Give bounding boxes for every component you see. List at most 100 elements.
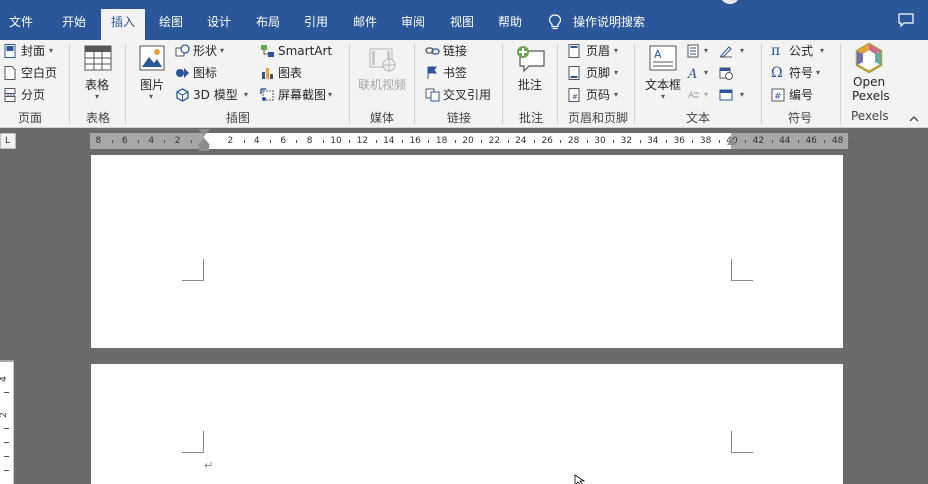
tab-home[interactable]: 开始 — [62, 11, 86, 33]
tab-review[interactable]: 审阅 — [401, 11, 425, 33]
pictures-button[interactable]: 图片 ▾ — [136, 43, 168, 105]
chevron-down-icon: ▾ — [704, 68, 709, 77]
ruler-tick-label: 20 — [462, 136, 474, 146]
page-break-label: 分页 — [21, 88, 46, 102]
tab-draw[interactable]: 绘图 — [159, 11, 183, 33]
ruler-tick-mark — [771, 140, 773, 143]
ruler-tick-label: 36 — [673, 136, 685, 146]
account-avatar[interactable] — [720, 0, 740, 4]
ruler-tick-label: 14 — [383, 136, 395, 146]
chevron-down-icon: ▾ — [614, 46, 619, 55]
tab-selector-label: L — [5, 136, 11, 146]
lightbulb-icon — [548, 14, 562, 30]
page-number-icon: # — [568, 88, 580, 102]
text-box-label: 文本框 — [645, 78, 682, 92]
object-icon — [719, 89, 733, 101]
number-icon: # — [771, 88, 785, 102]
icons-icon — [176, 68, 189, 78]
crop-mark-bottom-left — [182, 259, 204, 281]
equation-label: 公式 — [789, 44, 814, 58]
online-video-button[interactable]: 联机视频 — [357, 43, 407, 105]
vertical-ruler-tick-mark — [4, 428, 9, 429]
tab-design[interactable]: 设计 — [207, 11, 231, 33]
tab-layout[interactable]: 布局 — [256, 11, 280, 33]
page-break-icon — [4, 88, 16, 102]
ruler-tick-mark — [402, 140, 403, 143]
tab-mailings[interactable]: 邮件 — [353, 11, 377, 33]
vertical-ruler-tick-mark — [4, 392, 9, 393]
comments-icon[interactable] — [898, 13, 914, 28]
text-box-icon: A — [649, 45, 677, 71]
icons-label: 图标 — [193, 66, 218, 80]
ruler-tick-label: 38 — [699, 136, 712, 146]
tab-view[interactable]: 视图 — [450, 11, 474, 33]
text-box-button[interactable]: A 文本框 ▾ — [644, 43, 684, 105]
chevron-down-icon: ▾ — [328, 90, 333, 99]
vertical-ruler[interactable]: 42 — [0, 360, 14, 484]
group-label-tables: 表格 — [86, 111, 111, 125]
open-pexels-button[interactable]: Open Pexels — [849, 42, 891, 106]
header-icon — [568, 44, 580, 58]
link-icon — [425, 47, 440, 55]
hanging-indent-marker[interactable] — [198, 138, 210, 145]
ruler-tick-mark — [718, 140, 720, 143]
chevron-down-icon: ▾ — [740, 90, 745, 99]
group-separator — [502, 44, 503, 124]
chevron-down-icon: ▾ — [704, 90, 709, 99]
ruler-tick-mark — [454, 140, 456, 143]
ruler-tick-mark — [692, 140, 694, 143]
ruler-area: L 8 6 4 2 2 4 6 8 10 12 14 16 18 20 22 24 26 28 30 32 34 36 38… — [0, 128, 928, 154]
crop-mark-bottom-right — [731, 259, 753, 281]
collapse-ribbon-icon[interactable] — [908, 114, 920, 124]
crop-mark-top-left — [182, 431, 204, 453]
ruler-tick-mark — [560, 140, 562, 143]
group-label-pages: 页面 — [18, 111, 43, 125]
tab-help[interactable]: 帮助 — [498, 11, 522, 33]
chevron-down-icon: ▾ — [704, 46, 709, 55]
ruler-tick-label: 24 — [515, 136, 527, 146]
table-button[interactable]: 表格 ▾ — [81, 43, 115, 105]
cover-page-icon — [4, 44, 16, 58]
ruler-tick-mark — [270, 140, 271, 143]
chart-label: 图表 — [278, 66, 303, 80]
shapes-label: 形状 — [193, 44, 218, 58]
group-separator — [414, 44, 415, 124]
ruler-tick-label: 2 — [227, 136, 234, 146]
symbol-label: 符号 — [789, 66, 814, 80]
new-comment-button[interactable]: 批注 — [512, 43, 550, 105]
document-page-1[interactable] — [91, 155, 843, 348]
ruler-tick-label: 6 — [280, 136, 287, 146]
tab-selector[interactable]: L — [0, 133, 16, 149]
ruler-tick-label: 26 — [541, 136, 553, 146]
ribbon: 封面 ▾ 空白页 分页 页面 表格 ▾ 表格 图片 ▾ 形状 ▾ 图标 3D 模… — [0, 40, 928, 128]
vertical-ruler-tick-label: 2 — [0, 412, 9, 418]
ruler-tick-mark — [824, 140, 826, 143]
ruler-tick-label: 48 — [831, 136, 844, 146]
blank-page-icon — [4, 66, 16, 80]
svg-text:#: # — [774, 92, 782, 102]
svg-text:A: A — [654, 48, 662, 61]
search-label: 操作说明搜索 — [573, 15, 646, 29]
left-indent-marker[interactable] — [199, 145, 209, 151]
first-line-indent-marker[interactable] — [198, 129, 210, 136]
pexels-icon — [855, 43, 883, 73]
vertical-ruler-tick-mark — [4, 470, 9, 471]
document-page-2[interactable]: ↵ — [91, 364, 843, 484]
screenshot-icon — [260, 88, 274, 101]
ruler-tick-label: 46 — [805, 136, 817, 146]
ruler-tick-mark — [296, 140, 298, 143]
right-indent-marker[interactable] — [727, 138, 737, 145]
group-label-media: 媒体 — [370, 111, 395, 125]
ruler-tick-mark — [745, 140, 747, 143]
group-separator — [557, 44, 558, 124]
tab-insert[interactable]: 插入 — [101, 9, 146, 40]
ruler-tick-mark — [349, 140, 351, 143]
header-label: 页眉 — [586, 44, 611, 58]
tab-file[interactable]: 文件 — [9, 11, 33, 33]
group-label-symbols: 符号 — [788, 111, 813, 125]
vertical-ruler-tick-mark — [4, 442, 9, 443]
vertical-ruler-tick-label: 4 — [0, 376, 9, 382]
tab-references[interactable]: 引用 — [304, 11, 328, 33]
svg-text:A: A — [687, 67, 697, 80]
cross-reference-icon — [425, 88, 440, 102]
